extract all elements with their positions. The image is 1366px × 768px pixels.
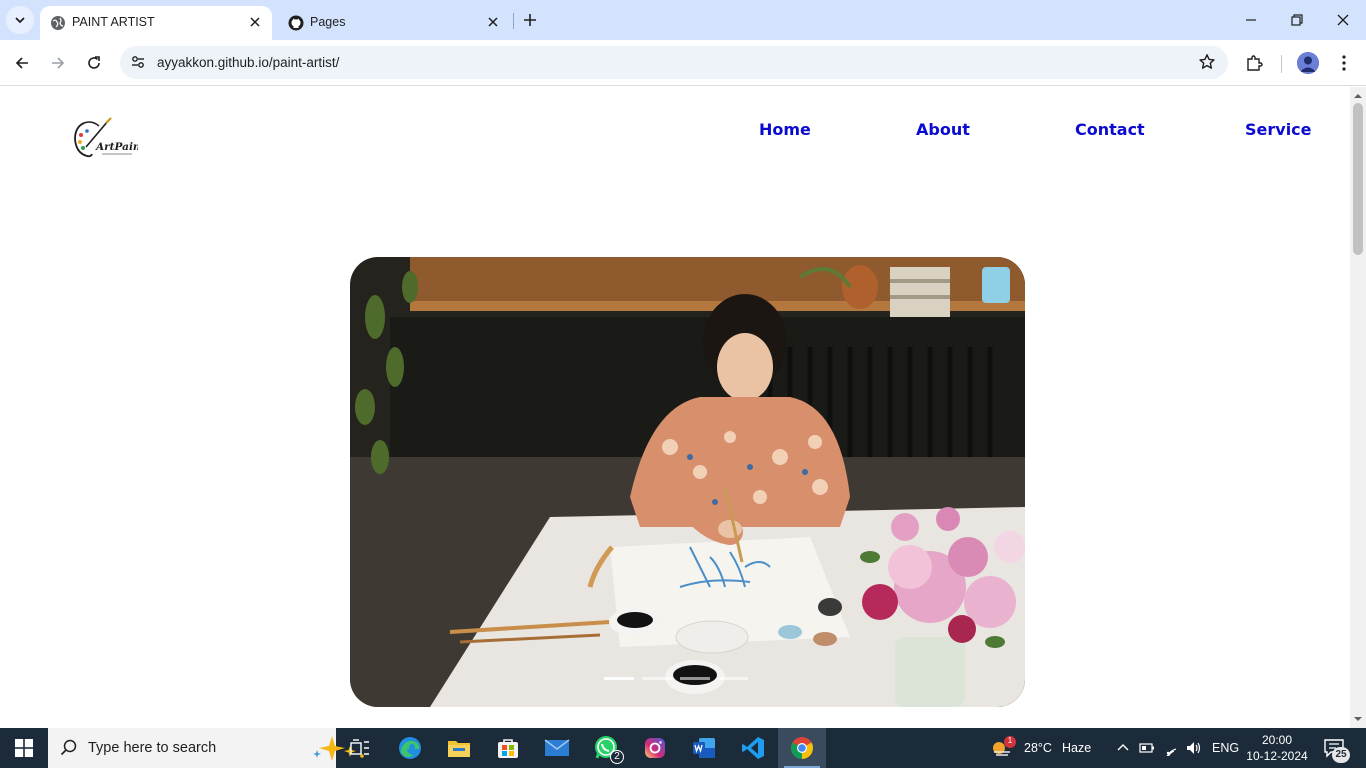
nav-contact[interactable]: Contact <box>1075 120 1145 139</box>
hero-image <box>350 257 1025 707</box>
reload-button[interactable] <box>81 50 107 76</box>
tab-paint-artist[interactable]: PAINT ARTIST <box>40 6 272 40</box>
scroll-up-icon[interactable] <box>1354 92 1362 100</box>
windows-logo-icon <box>15 739 33 757</box>
notification-badge: 2 <box>610 750 624 764</box>
site-logo[interactable]: ArtPaint <box>72 117 146 159</box>
restore-button[interactable] <box>1274 6 1320 34</box>
toolbar-separator <box>1281 55 1282 73</box>
extensions-button[interactable] <box>1241 50 1267 76</box>
taskbar-search-box[interactable]: Type here to search <box>48 728 364 768</box>
mail-icon <box>544 739 570 756</box>
nav-service[interactable]: Service <box>1245 120 1312 139</box>
weather-condition[interactable]: Haze <box>1062 741 1091 755</box>
back-button[interactable] <box>9 50 35 76</box>
taskbar-app-store[interactable] <box>484 728 532 768</box>
wifi-icon[interactable] <box>1163 740 1179 756</box>
tab-pages[interactable]: Pages <box>278 6 510 40</box>
scroll-down-icon[interactable] <box>1354 715 1362 723</box>
search-icon <box>60 739 77 756</box>
bookmark-star-icon[interactable] <box>1198 53 1216 71</box>
address-bar[interactable]: ayyakkon.github.io/paint-artist/ <box>120 46 1228 79</box>
close-tab-button[interactable] <box>484 13 502 31</box>
start-button[interactable] <box>0 728 48 768</box>
task-view-icon <box>350 739 369 755</box>
close-tab-button[interactable] <box>246 13 264 31</box>
arrow-left-icon <box>15 57 28 69</box>
search-placeholder: Type here to search <box>88 740 217 756</box>
arrow-right-icon <box>52 57 65 69</box>
chevron-down-icon <box>15 17 25 24</box>
browser-tab-strip: PAINT ARTIST Pages <box>0 0 1366 40</box>
taskbar-app-whatsapp[interactable]: 2 <box>582 728 630 768</box>
windows-taskbar: Type here to search 2 1 28°C Haze ENG 20… <box>0 728 1366 768</box>
clock-date: 10-12-2024 <box>1246 749 1308 763</box>
minimize-button[interactable] <box>1228 6 1274 34</box>
folder-icon <box>448 741 470 757</box>
tab-search-button[interactable] <box>6 6 34 34</box>
tab-title: Pages <box>310 15 346 29</box>
scrollbar-thumb[interactable] <box>1353 103 1363 255</box>
browser-menu-button[interactable] <box>1331 50 1357 76</box>
tab-separator <box>513 13 514 29</box>
word-icon <box>693 738 715 758</box>
store-icon <box>498 739 518 758</box>
nav-home[interactable]: Home <box>759 120 811 139</box>
page-viewport: ArtPaint Home About Contact Service <box>0 87 1350 728</box>
chevron-up-icon[interactable] <box>1115 740 1131 756</box>
taskbar-app-task-view[interactable] <box>336 728 384 768</box>
instagram-icon <box>645 738 665 758</box>
profile-avatar[interactable] <box>1297 52 1319 74</box>
page-scrollbar[interactable] <box>1350 87 1366 728</box>
browser-toolbar: ayyakkon.github.io/paint-artist/ <box>0 40 1366 86</box>
taskbar-app-edge[interactable] <box>386 728 434 768</box>
close-icon <box>488 17 498 27</box>
restore-icon <box>1291 14 1303 26</box>
carousel-dot[interactable] <box>680 677 710 680</box>
more-vertical-icon <box>1342 55 1346 71</box>
globe-icon <box>51 16 65 30</box>
nav-about[interactable]: About <box>916 120 970 139</box>
puzzle-icon <box>1247 55 1263 71</box>
url-text: ayyakkon.github.io/paint-artist/ <box>157 55 340 70</box>
language-indicator[interactable]: ENG <box>1212 741 1239 755</box>
carousel-dot[interactable] <box>604 677 634 680</box>
github-icon <box>288 15 304 31</box>
system-clock[interactable]: 20:00 10-12-2024 <box>1244 732 1310 764</box>
notification-count-badge: 25 <box>1332 747 1350 763</box>
close-icon <box>1337 14 1349 26</box>
reload-icon <box>88 56 100 69</box>
tune-icon <box>132 56 144 68</box>
close-icon <box>250 17 260 27</box>
art-paint-logo: ArtPaint <box>74 117 146 158</box>
carousel-indicators <box>604 677 774 681</box>
taskbar-app-chrome[interactable] <box>778 728 826 768</box>
taskbar-app-file-explorer[interactable] <box>435 728 483 768</box>
plus-icon <box>524 14 536 26</box>
taskbar-app-mail[interactable] <box>533 728 581 768</box>
avatar-icon <box>1297 52 1319 74</box>
site-info-button[interactable] <box>128 52 148 72</box>
taskbar-app-instagram[interactable] <box>631 728 679 768</box>
close-window-button[interactable] <box>1320 6 1366 34</box>
tab-title: PAINT ARTIST <box>72 15 155 29</box>
taskbar-app-vscode[interactable] <box>729 728 777 768</box>
logo-text: ArtPaint <box>95 141 138 153</box>
weather-temp[interactable]: 28°C <box>1024 741 1052 755</box>
taskbar-app-word[interactable] <box>680 728 728 768</box>
chrome-icon <box>791 737 813 759</box>
battery-icon[interactable] <box>1139 740 1155 756</box>
new-tab-button[interactable] <box>520 10 540 30</box>
edge-icon <box>399 737 421 759</box>
carousel-dot[interactable] <box>718 677 748 680</box>
minimize-icon <box>1246 19 1256 21</box>
hero-carousel[interactable] <box>350 257 1025 707</box>
carousel-dot[interactable] <box>642 677 672 680</box>
vscode-icon <box>742 737 764 759</box>
forward-button[interactable] <box>45 50 71 76</box>
clock-time: 20:00 <box>1261 733 1293 747</box>
volume-icon[interactable] <box>1186 740 1202 756</box>
weather-alert-badge: 1 <box>1004 736 1016 748</box>
